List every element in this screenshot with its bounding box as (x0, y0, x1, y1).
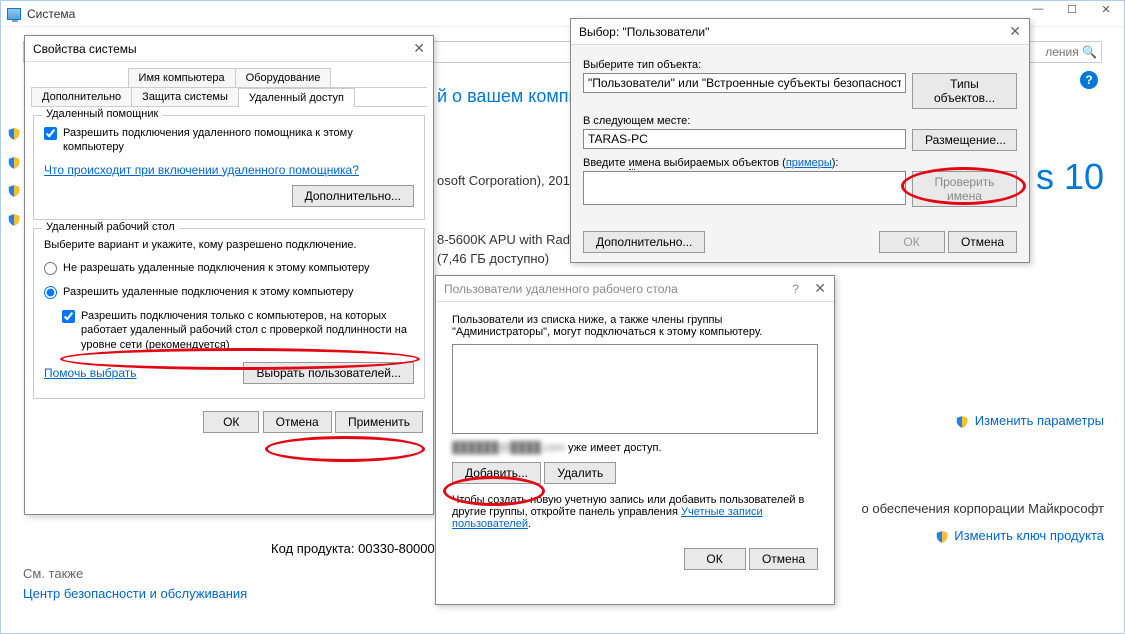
close-icon[interactable]: ✕ (413, 40, 425, 57)
shield-icon (7, 127, 21, 141)
object-types-button[interactable]: Типы объектов... (912, 73, 1017, 109)
blurred-username: ██████@████.com (452, 442, 565, 454)
radio-dont-allow-input[interactable] (44, 262, 57, 275)
tab-remote[interactable]: Удаленный доступ (238, 88, 355, 107)
locations-button[interactable]: Размещение... (912, 129, 1017, 151)
tab-hardware[interactable]: Оборудование (235, 68, 332, 87)
advanced-button[interactable]: Дополнительно... (583, 231, 705, 253)
see-also-label: См. также (23, 566, 83, 581)
remote-assistance-group: Удаленный помощник Разрешить подключения… (33, 115, 425, 220)
activation-area: о обеспечения корпорации Майкрософт Изме… (862, 501, 1105, 544)
shield-icon (955, 415, 969, 429)
group-title: Удаленный рабочий стол (42, 221, 179, 233)
allow-ra-checkbox-label[interactable]: Разрешить подключения удаленного помощни… (44, 126, 414, 155)
ram-text: (7,46 ГБ доступно) (437, 251, 549, 266)
users-listbox[interactable] (452, 344, 818, 434)
location-label: В следующем месте: (583, 115, 1017, 127)
select-users-button[interactable]: Выбрать пользователей... (243, 362, 414, 384)
select-users-dialog: Выбор: "Пользователи" ✕ Выберите тип объ… (570, 18, 1030, 263)
tab-row-2: Дополнительно Защита системы Удаленный д… (31, 87, 427, 107)
apply-button[interactable]: Применить (335, 411, 423, 433)
shield-icon (935, 530, 949, 544)
remote-desktop-group: Удаленный рабочий стол Выберите вариант … (33, 228, 425, 399)
maximize-button[interactable]: ☐ (1058, 3, 1086, 21)
close-icon[interactable]: ✕ (1009, 23, 1021, 40)
dialog-title: Выбор: "Пользователи" (579, 25, 709, 39)
help-icon[interactable]: ? (1080, 71, 1098, 89)
dialog-title: Свойства системы (33, 42, 137, 56)
dialog-title-bar: Свойства системы ✕ (25, 36, 433, 62)
remove-button[interactable]: Удалить (544, 462, 616, 484)
object-names-label: Введите имена выбираемых объектов (приме… (583, 157, 1017, 169)
cancel-button[interactable]: Отмена (263, 411, 332, 433)
rdp-description: Пользователи из списка ниже, а также чле… (452, 314, 818, 338)
radio-dont-allow[interactable]: Не разрешать удаленные подключения к это… (44, 261, 414, 275)
tab-advanced[interactable]: Дополнительно (31, 87, 132, 106)
change-key-link[interactable]: Изменить ключ продукта (862, 528, 1105, 544)
search-placeholder: ления (1045, 45, 1079, 59)
window-controls: — ☐ ✕ (1024, 3, 1120, 21)
nla-checkbox[interactable] (62, 310, 75, 323)
shield-icon (7, 213, 21, 227)
dialog-buttons: ОК Отмена Применить (25, 407, 433, 441)
dialog-title-bar: Выбор: "Пользователи" ✕ (571, 19, 1029, 45)
shield-list (7, 126, 23, 227)
help-icon[interactable]: ? (792, 282, 799, 296)
radio-allow[interactable]: Разрешить удаленные подключения к этому … (44, 285, 414, 299)
close-icon[interactable]: ✕ (814, 280, 826, 296)
has-access-line: ██████@████.com уже имеет доступ. (452, 442, 818, 454)
security-center-link[interactable]: Центр безопасности и обслуживания (23, 586, 247, 601)
tab-system-protection[interactable]: Защита системы (131, 87, 239, 106)
cpu-text: 8-5600K APU with Radeor (437, 232, 589, 247)
tab-row-1: Имя компьютера Оборудование (31, 68, 427, 88)
ra-advanced-button[interactable]: Дополнительно... (292, 185, 414, 207)
allow-ra-checkbox[interactable] (44, 127, 57, 140)
nla-checkbox-label[interactable]: Разрешить подключения только с компьютер… (62, 309, 414, 352)
computer-icon (7, 8, 21, 20)
shield-icon (7, 184, 21, 198)
tab-computer-name[interactable]: Имя компьютера (128, 68, 236, 87)
main-body-partial: osoft Corporation), 2017 8-5600K APU wit… (437, 171, 589, 269)
copyright-text: osoft Corporation), 2017 (437, 173, 577, 188)
activation-text: о обеспечения корпорации Майкрософт (862, 501, 1105, 516)
window-title: Система (27, 7, 75, 21)
rdp-users-dialog: Пользователи удаленного рабочего стола ?… (435, 275, 835, 605)
location-field (583, 129, 906, 149)
radio-allow-input[interactable] (44, 286, 57, 299)
ok-button[interactable]: ОК (879, 231, 945, 253)
cpanel-hint: Чтобы создать новую учетную запись или д… (452, 494, 818, 530)
dialog-title-bar: Пользователи удаленного рабочего стола ?… (436, 276, 834, 302)
change-params-link[interactable]: Изменить параметры (884, 413, 1104, 430)
add-button[interactable]: Добавить... (452, 462, 541, 484)
check-names-button[interactable]: Проверить имена (912, 171, 1017, 207)
system-properties-dialog: Свойства системы ✕ Имя компьютера Оборуд… (24, 35, 434, 515)
close-button[interactable]: ✕ (1092, 3, 1120, 21)
object-names-input[interactable] (583, 171, 906, 205)
object-type-label: Выберите тип объекта: (583, 59, 1017, 71)
cancel-button[interactable]: Отмена (948, 231, 1017, 253)
object-type-field (583, 73, 906, 93)
help-choose-link[interactable]: Помочь выбрать (44, 366, 137, 380)
ok-button[interactable]: ОК (203, 411, 259, 433)
shield-icon (7, 156, 21, 170)
ra-help-link[interactable]: Что происходит при включении удаленного … (44, 163, 414, 177)
dialog-title: Пользователи удаленного рабочего стола (444, 282, 678, 296)
rd-description: Выберите вариант и укажите, кому разреше… (44, 239, 414, 251)
ok-button[interactable]: ОК (684, 548, 746, 570)
group-title: Удаленный помощник (42, 108, 162, 120)
page-heading-partial: й о вашем компью (437, 86, 591, 107)
examples-link[interactable]: примеры (786, 157, 832, 169)
cancel-button[interactable]: Отмена (749, 548, 818, 570)
